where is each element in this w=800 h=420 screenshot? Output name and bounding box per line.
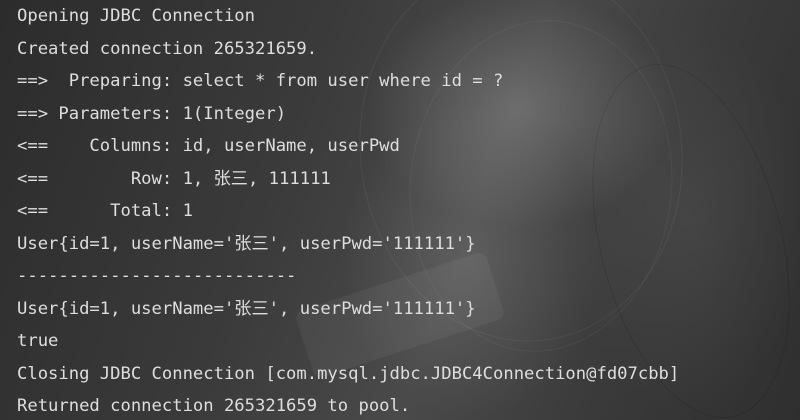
log-line-total: <== Total: 1 [17,201,193,221]
log-line-user-result: User{id=1, userName='张三', userPwd='11111… [17,233,476,254]
console-log-lines: Opening JDBC Connection Created connecti… [17,3,679,420]
log-line-opening-connection: Opening JDBC Connection [17,6,255,26]
console-output-panel: Opening JDBC Connection Created connecti… [0,0,800,420]
log-line-preparing-sql: ==> Preparing: select * from user where … [17,71,504,91]
log-line-separator: --------------------------- [17,266,297,286]
log-line-closing-connection: Closing JDBC Connection [com.mysql.jdbc.… [17,363,680,384]
log-line-user-result-cached: User{id=1, userName='张三', userPwd='11111… [17,298,476,319]
log-line-comparison-result: true [17,331,59,351]
log-line-created-connection: Created connection 265321659. [17,38,318,59]
log-line-columns: <== Columns: id, userName, userPwd [17,136,400,156]
log-line-row: <== Row: 1, 张三, 111111 [17,168,331,189]
log-line-parameters: ==> Parameters: 1(Integer) [17,103,287,124]
log-line-returned-connection: Returned connection 265321659 to pool. [17,396,411,416]
